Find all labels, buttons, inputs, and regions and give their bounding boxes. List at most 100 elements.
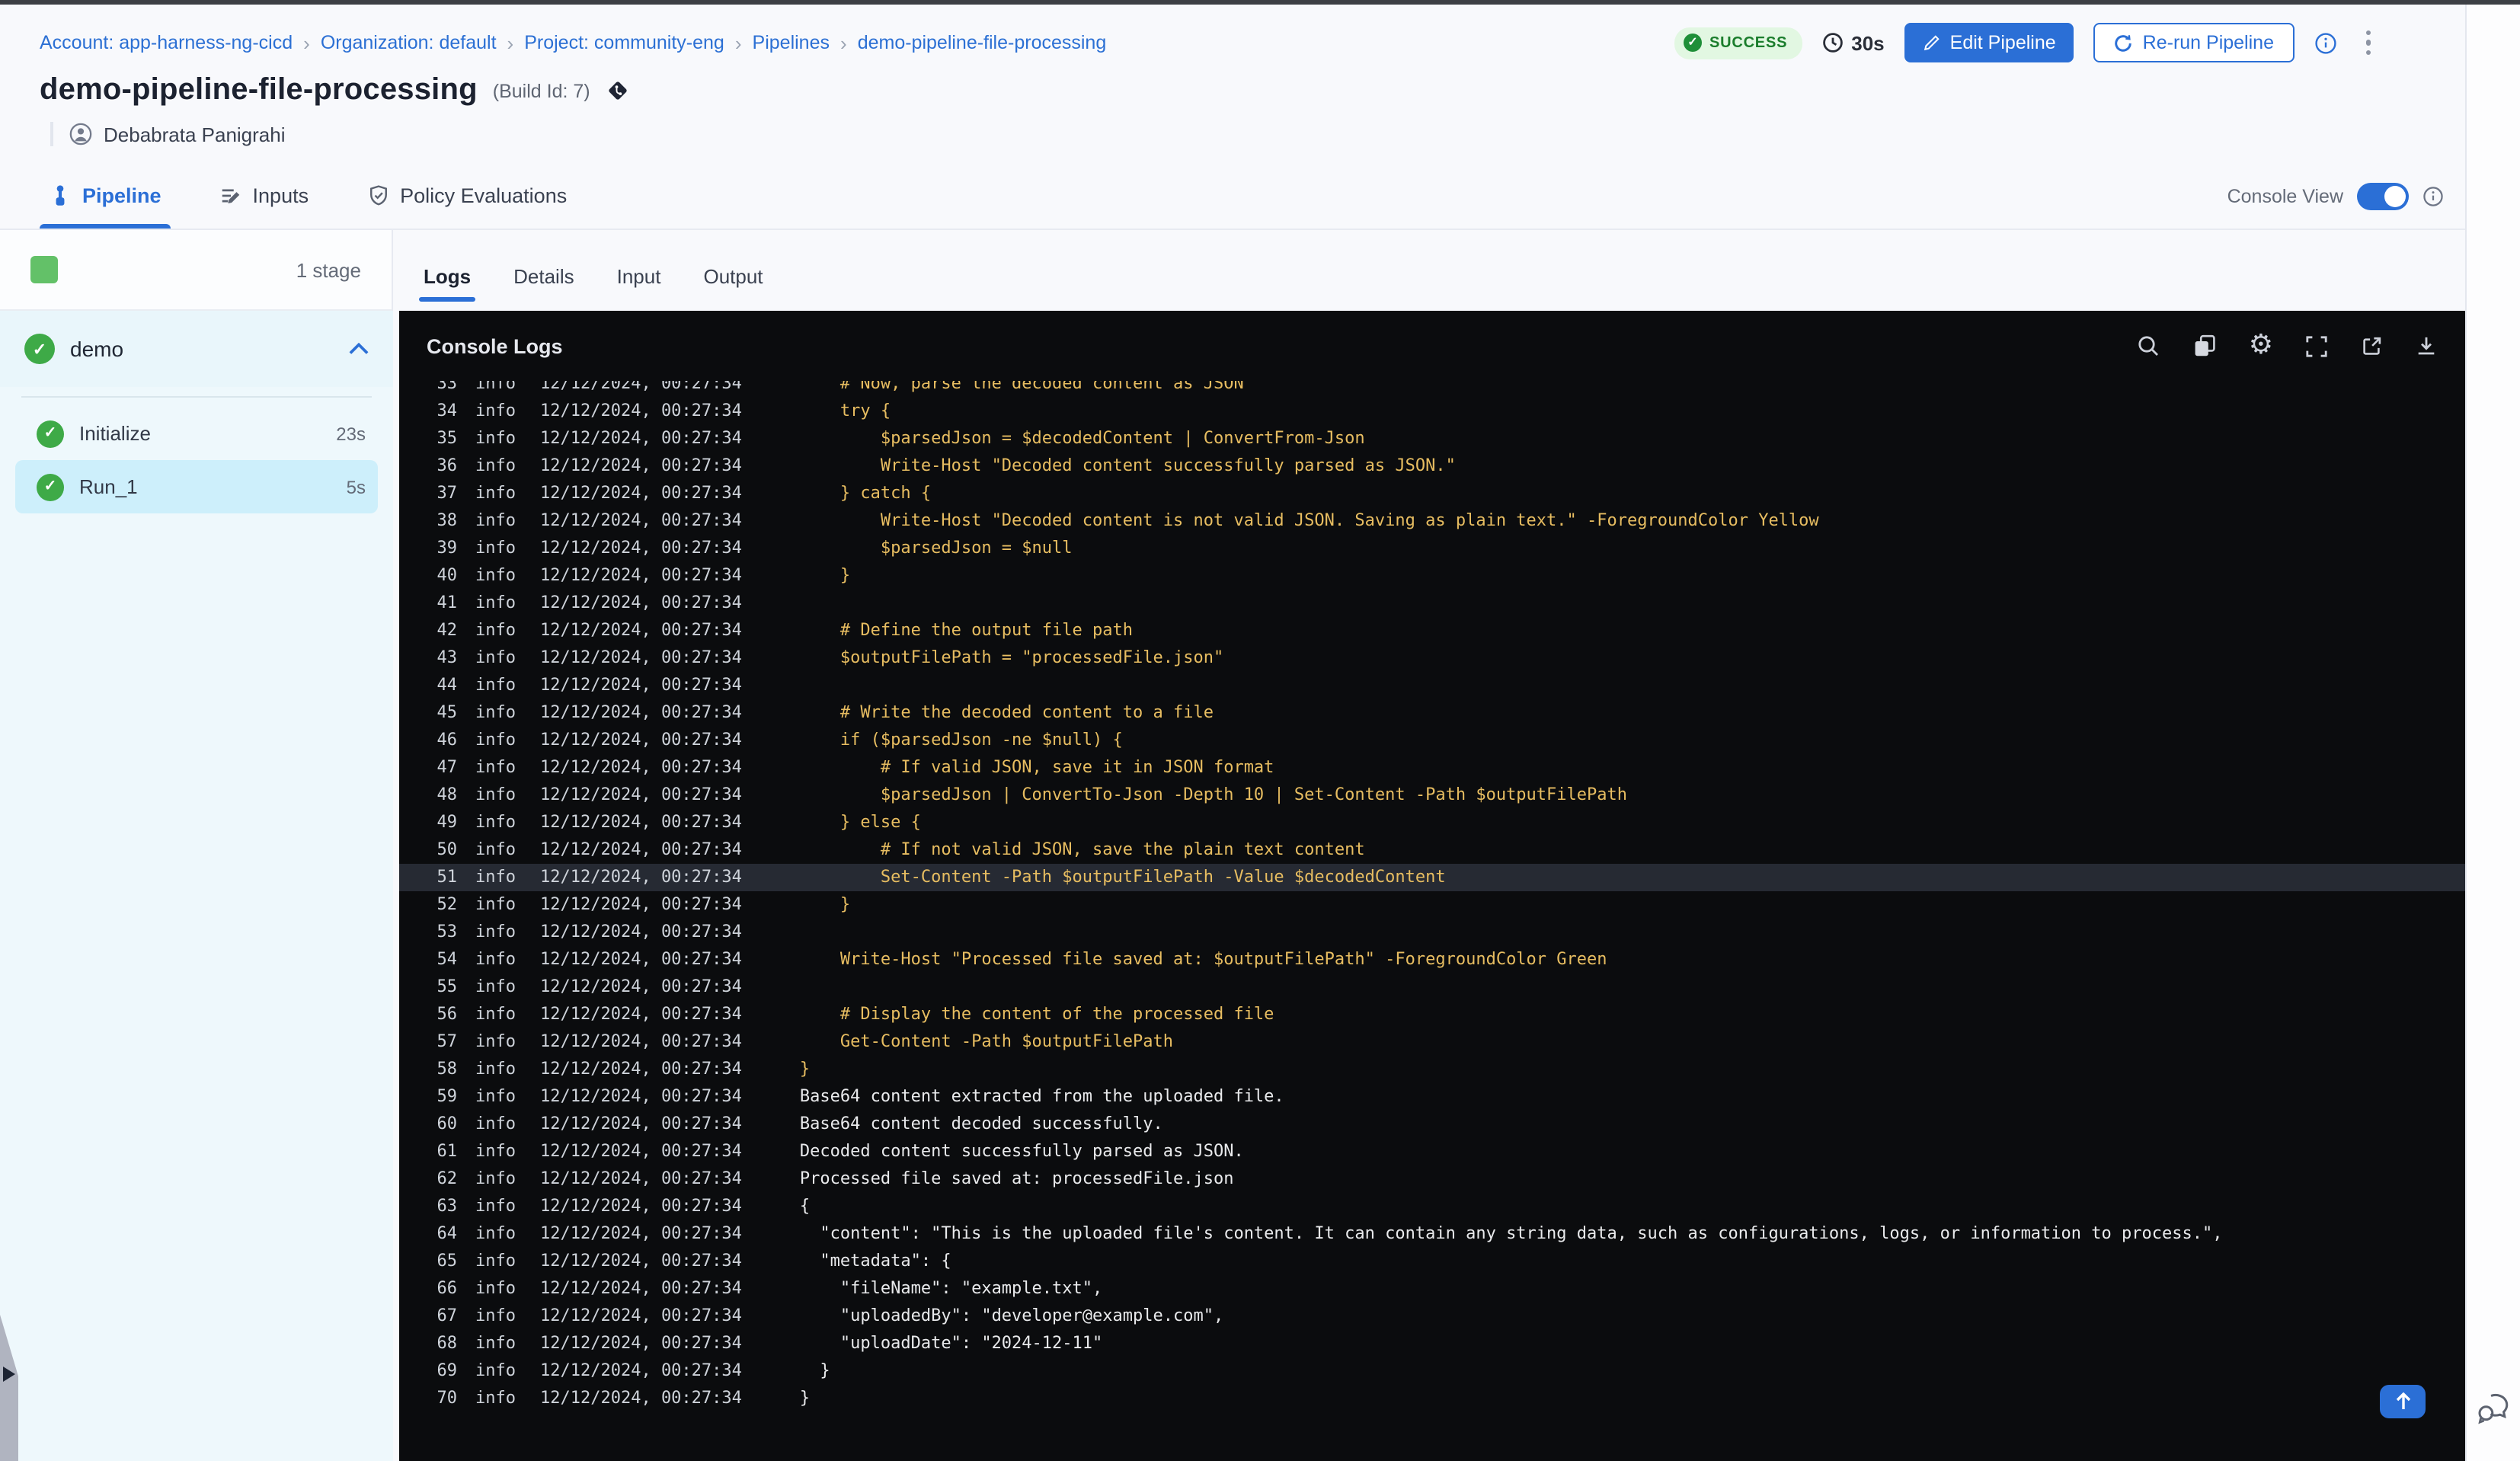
log-level: info: [475, 483, 516, 503]
log-message: Write-Host "Decoded content is not valid…: [799, 510, 1819, 530]
log-line[interactable]: 58 info 12/12/2024, 00:27:34}: [399, 1056, 2465, 1083]
log-line[interactable]: 67 info 12/12/2024, 00:27:34 "uploadedBy":…: [399, 1303, 2465, 1330]
log-line[interactable]: 42 info 12/12/2024, 00:27:34 # Define the …: [399, 617, 2465, 644]
log-level: info: [475, 1388, 516, 1408]
log-line[interactable]: 36 info 12/12/2024, 00:27:34 Write-Host "D…: [399, 452, 2465, 480]
log-line[interactable]: 70 info 12/12/2024, 00:27:34}: [399, 1385, 2465, 1412]
log-line-number: 62: [437, 1168, 458, 1188]
log-line[interactable]: 47 info 12/12/2024, 00:27:34 # If valid JS…: [399, 754, 2465, 782]
log-tab-details[interactable]: Details: [513, 265, 574, 311]
log-line[interactable]: 69 info 12/12/2024, 00:27:34 }: [399, 1357, 2465, 1385]
log-line[interactable]: 39 info 12/12/2024, 00:27:34 $parsedJson =…: [399, 535, 2465, 562]
info-icon[interactable]: [2314, 31, 2336, 54]
breadcrumb-link[interactable]: Account: app-harness-ng-cicd: [40, 32, 293, 53]
log-line[interactable]: 35 info 12/12/2024, 00:27:34 $parsedJson =…: [399, 425, 2465, 452]
log-line[interactable]: 50 info 12/12/2024, 00:27:34 # If not vali…: [399, 836, 2465, 864]
breadcrumb-link[interactable]: Project: community-eng: [524, 32, 724, 53]
tab-inputs[interactable]: Inputs: [216, 184, 312, 229]
log-scroll-area[interactable]: 33 info 12/12/2024, 00:27:34 # Now, parse …: [399, 381, 2465, 1461]
header-actions: ✓ SUCCESS 30s Edit Pipeline Re-run Pipel…: [1674, 23, 2432, 62]
search-icon[interactable]: [2136, 334, 2160, 358]
log-timestamp: 12/12/2024, 00:27:34: [540, 1360, 742, 1380]
open-in-new-icon[interactable]: [2360, 334, 2383, 357]
log-message: $parsedJson | ConvertTo-Json -Depth 10 |…: [799, 785, 1628, 804]
log-line[interactable]: 53 info 12/12/2024, 00:27:34: [399, 919, 2465, 946]
log-level: info: [475, 1086, 516, 1106]
console-view-toggle[interactable]: [2357, 183, 2409, 210]
status-badge-label: SUCCESS: [1709, 34, 1788, 51]
log-line[interactable]: 68 info 12/12/2024, 00:27:34 "uploadDate":…: [399, 1330, 2465, 1357]
fullscreen-icon[interactable]: [2305, 334, 2328, 357]
log-level: info: [475, 510, 516, 530]
log-line[interactable]: 65 info 12/12/2024, 00:27:34 "metadata": {: [399, 1248, 2465, 1275]
log-line[interactable]: 48 info 12/12/2024, 00:27:34 $parsedJson |…: [399, 782, 2465, 809]
log-line[interactable]: 62 info 12/12/2024, 00:27:34 Processed file…: [399, 1165, 2465, 1193]
log-line-number: 56: [437, 1004, 458, 1024]
log-message: "content": "This is the uploaded file's …: [799, 1223, 2223, 1243]
log-line[interactable]: 33 info 12/12/2024, 00:27:34 # Now, parse …: [399, 381, 2465, 398]
log-line[interactable]: 40 info 12/12/2024, 00:27:34 }: [399, 562, 2465, 590]
log-line[interactable]: 54 info 12/12/2024, 00:27:34 Write-Host "P…: [399, 946, 2465, 973]
tab-policy-evaluations-label: Policy Evaluations: [400, 184, 568, 207]
stage-list: ✓ demo ✓ Initialize 23s ✓ Run_1 5s: [0, 311, 393, 1461]
console-view-info-icon[interactable]: [2422, 186, 2444, 207]
breadcrumb-separator: ›: [840, 31, 847, 54]
tab-policy-evaluations[interactable]: Policy Evaluations: [363, 184, 570, 229]
rerun-pipeline-button[interactable]: Re-run Pipeline: [2093, 23, 2294, 62]
log-line[interactable]: 43 info 12/12/2024, 00:27:34 $outputFilePa…: [399, 644, 2465, 672]
log-line-number: 58: [437, 1059, 458, 1079]
main-content: Account: app-harness-ng-cicd › Organizatio…: [0, 5, 2465, 1461]
log-line-number: 34: [437, 401, 458, 420]
main-tab-bar: Pipeline Inputs Policy Evaluations Conso…: [0, 161, 2465, 230]
log-level: info: [475, 1031, 516, 1051]
stage-row-demo[interactable]: ✓ demo: [0, 311, 393, 387]
log-tab-output[interactable]: Output: [703, 265, 763, 311]
log-tab-input[interactable]: Input: [617, 265, 661, 311]
log-line[interactable]: 57 info 12/12/2024, 00:27:34 Get-Content -…: [399, 1028, 2465, 1056]
duration-value: 30s: [1851, 31, 1885, 54]
log-line[interactable]: 44 info 12/12/2024, 00:27:34: [399, 672, 2465, 699]
step-row-run_1[interactable]: ✓ Run_1 5s: [15, 460, 378, 513]
scroll-to-top-button[interactable]: [2380, 1385, 2426, 1418]
copy-icon[interactable]: [2192, 334, 2217, 358]
log-line[interactable]: 55 info 12/12/2024, 00:27:34: [399, 973, 2465, 1001]
log-line[interactable]: 60 info 12/12/2024, 00:27:34 Base64 content…: [399, 1111, 2465, 1138]
support-chat-icon[interactable]: [2476, 1392, 2511, 1424]
log-line[interactable]: 61 info 12/12/2024, 00:27:34 Decoded conten…: [399, 1138, 2465, 1165]
log-level: info: [475, 812, 516, 832]
log-line[interactable]: 37 info 12/12/2024, 00:27:34 } catch {: [399, 480, 2465, 507]
log-line[interactable]: 56 info 12/12/2024, 00:27:34 # Display the…: [399, 1001, 2465, 1028]
repo-diamond-icon[interactable]: [606, 78, 632, 104]
breadcrumb-link[interactable]: Organization: default: [321, 32, 497, 53]
settings-icon[interactable]: ⚙: [2249, 331, 2273, 359]
log-line[interactable]: 59 info 12/12/2024, 00:27:34 Base64 content…: [399, 1083, 2465, 1111]
log-line[interactable]: 63 info 12/12/2024, 00:27:34 {: [399, 1193, 2465, 1220]
log-level: info: [475, 1114, 516, 1133]
step-row-initialize[interactable]: ✓ Initialize 23s: [15, 407, 378, 460]
tab-pipeline[interactable]: Pipeline: [40, 184, 171, 229]
log-timestamp: 12/12/2024, 00:27:34: [540, 538, 742, 558]
log-level: info: [475, 428, 516, 448]
edit-pipeline-button[interactable]: Edit Pipeline: [1904, 23, 2074, 62]
log-line[interactable]: 46 info 12/12/2024, 00:27:34 if ($parsedJs…: [399, 727, 2465, 754]
log-line[interactable]: 34 info 12/12/2024, 00:27:34 try {: [399, 398, 2465, 425]
log-level: info: [475, 647, 516, 667]
log-line[interactable]: 66 info 12/12/2024, 00:27:34 "fileName": "…: [399, 1275, 2465, 1303]
log-level: info: [475, 1278, 516, 1298]
breadcrumb-link[interactable]: demo-pipeline-file-processing: [858, 32, 1107, 53]
stage-success-check-icon: ✓: [24, 334, 55, 364]
log-tab-logs[interactable]: Logs: [418, 265, 476, 311]
breadcrumb-link[interactable]: Pipelines: [753, 32, 830, 53]
log-line[interactable]: 41 info 12/12/2024, 00:27:34: [399, 590, 2465, 617]
chevron-up-icon[interactable]: [349, 335, 369, 363]
log-line[interactable]: 49 info 12/12/2024, 00:27:34 } else {: [399, 809, 2465, 836]
log-line[interactable]: 38 info 12/12/2024, 00:27:34 Write-Host "D…: [399, 507, 2465, 535]
download-icon[interactable]: [2415, 334, 2438, 357]
step-duration: 5s: [346, 476, 366, 497]
console-title: Console Logs: [427, 334, 563, 357]
more-options-menu[interactable]: [2356, 26, 2380, 60]
log-line[interactable]: 64 info 12/12/2024, 00:27:34 "content": "T…: [399, 1220, 2465, 1248]
log-line[interactable]: 51 info 12/12/2024, 00:27:34 Set-Content -…: [399, 864, 2465, 891]
log-line[interactable]: 52 info 12/12/2024, 00:27:34 }: [399, 891, 2465, 919]
log-line[interactable]: 45 info 12/12/2024, 00:27:34 # Write the d…: [399, 699, 2465, 727]
